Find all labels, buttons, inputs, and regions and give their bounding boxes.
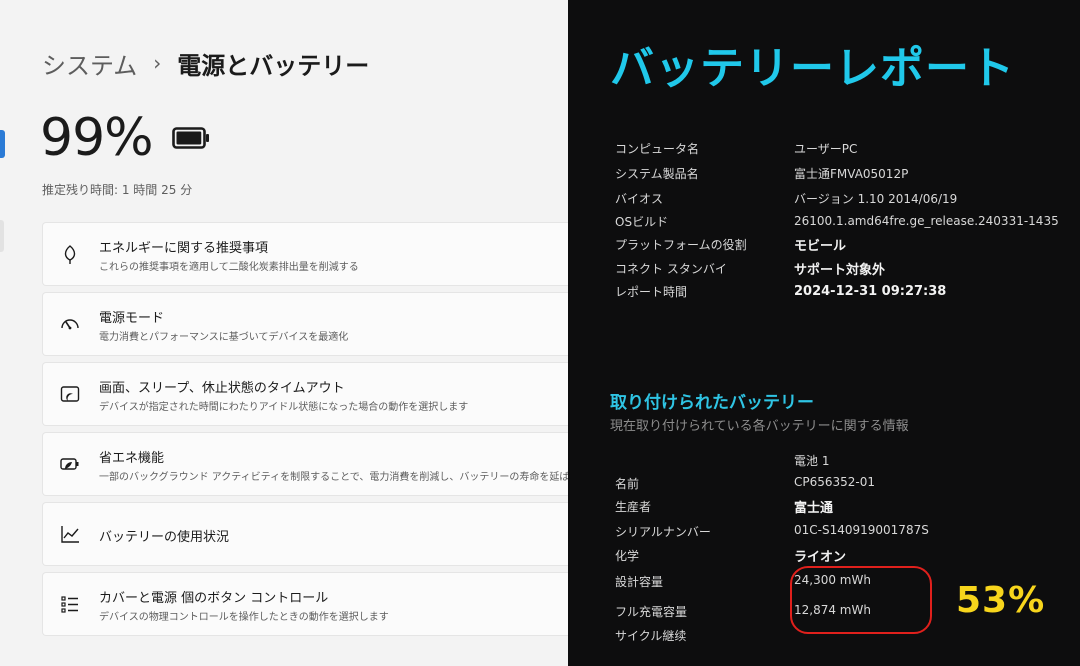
card-subtitle: 電力消費とパフォーマンスに基づいてデバイスを最適化: [99, 332, 349, 343]
breadcrumb-chevron-icon: ›: [153, 51, 162, 75]
info-value: 2024-12-31 09:27:38: [794, 284, 947, 299]
capacity-ratio-annotation: 53%: [956, 580, 1046, 621]
info-label: レポート時間: [615, 285, 688, 299]
info-label: システム製品名: [615, 167, 699, 181]
card-title: エネルギーに関する推奨事項: [99, 241, 269, 256]
nav-edge-indicator: [0, 130, 5, 158]
card-subtitle: デバイスが指定された時間にわたりアイドル状態になった場合の動作を選択します: [99, 402, 469, 413]
info-label: コンピュータ名: [615, 142, 700, 156]
card-battery-usage[interactable]: バッテリーの使用状況: [42, 502, 568, 566]
installed-batteries-heading: 取り付けられたバッテリー: [610, 393, 814, 413]
breadcrumb: システム › 電源とバッテリー: [42, 45, 369, 81]
battery-label: 名前: [615, 477, 640, 491]
card-screen-sleep-timeout[interactable]: 画面、スリープ、休止状態のタイムアウト デバイスが指定された時間にわたりアイドル…: [42, 362, 568, 426]
battery-label: 生産者: [615, 500, 652, 514]
card-title: 省エネ機能: [99, 451, 165, 466]
card-energy-saver[interactable]: 省エネ機能 一部のバックグラウンド アクティビティを制限することで、電力消費を削…: [42, 432, 568, 496]
info-value: モビール: [794, 239, 847, 254]
breadcrumb-system-link[interactable]: システム: [42, 46, 137, 81]
card-energy-recommendations[interactable]: エネルギーに関する推奨事項 これらの推奨事項を適用して二酸化炭素排出量を削減する: [42, 222, 568, 286]
info-label: OSビルド: [615, 215, 669, 229]
battery-label: 設計容量: [615, 575, 664, 589]
page-title: 電源とバッテリー: [177, 51, 370, 80]
battery-label: フル充電容量: [615, 605, 688, 619]
info-value: バージョン 1.10 2014/06/19: [794, 192, 958, 206]
info-value: ユーザーPC: [794, 142, 858, 156]
battery-report-pane: バッテリーレポート コンピュータ名 ユーザーPC システム製品名 富士通FMVA…: [568, 0, 1080, 666]
info-label: コネクト スタンバイ: [615, 262, 727, 276]
installed-batteries-description: 現在取り付けられている各バッテリーに関する情報: [610, 419, 909, 434]
card-title: 画面、スリープ、休止状態のタイムアウト: [99, 381, 345, 396]
settings-pane: システム › 電源とバッテリー 99% 推定残り時間: 1 時間 25 分 エネ…: [0, 0, 568, 666]
battery-icon: [172, 127, 209, 149]
battery-percentage: 99%: [40, 108, 154, 168]
info-value: 富士通FMVA05012P: [794, 167, 909, 181]
card-lid-power-buttons[interactable]: カバーと電源 個のボタン コントロール デバイスの物理コントロールを操作したとき…: [42, 572, 568, 636]
screen-sleep-icon: [60, 386, 80, 402]
energy-saver-icon: [60, 458, 79, 470]
estimated-time-remaining: 推定残り時間: 1 時間 25 分: [42, 183, 193, 197]
info-value: サポート対象外: [794, 263, 886, 278]
card-subtitle: デバイスの物理コントロールを操作したときの動作を選択します: [99, 612, 389, 623]
card-title: 電源モード: [99, 311, 165, 326]
battery-fill: [176, 131, 202, 145]
card-subtitle: これらの推奨事項を適用して二酸化炭素排出量を削減する: [99, 262, 359, 273]
info-label: バイオス: [615, 192, 664, 206]
card-title: バッテリーの使用状況: [99, 530, 230, 545]
capacity-highlight-ring: [790, 566, 932, 634]
battery-value: 富士通: [794, 501, 834, 516]
card-power-mode[interactable]: 電源モード 電力消費とパフォーマンスに基づいてデバイスを最適化: [42, 292, 568, 356]
card-subtitle: 一部のバックグラウンド アクティビティを制限することで、電力消費を削減し、バッテ…: [99, 472, 568, 483]
info-label: プラットフォームの役割: [615, 238, 747, 252]
battery-value: CP656352-01: [794, 475, 876, 489]
battery-value: 01C-S140919001787S: [794, 523, 929, 537]
battery-label: 化学: [615, 549, 640, 563]
leaf-icon: [64, 245, 76, 264]
power-mode-gauge-icon: [61, 319, 79, 330]
button-controls-icon: [61, 596, 78, 613]
battery-column-header: 電池 1: [794, 454, 830, 468]
report-title: バッテリーレポート: [610, 43, 1015, 94]
usage-chart-icon: [61, 526, 79, 543]
battery-value: ライオン: [794, 550, 847, 565]
battery-label: サイクル継续: [615, 629, 687, 643]
info-value: 26100.1.amd64fre.ge_release.240331-1435: [794, 214, 1059, 228]
nav-edge-item[interactable]: [0, 220, 4, 252]
card-title: カバーと電源 個のボタン コントロール: [99, 591, 329, 606]
battery-label: シリアルナンバー: [615, 525, 711, 539]
